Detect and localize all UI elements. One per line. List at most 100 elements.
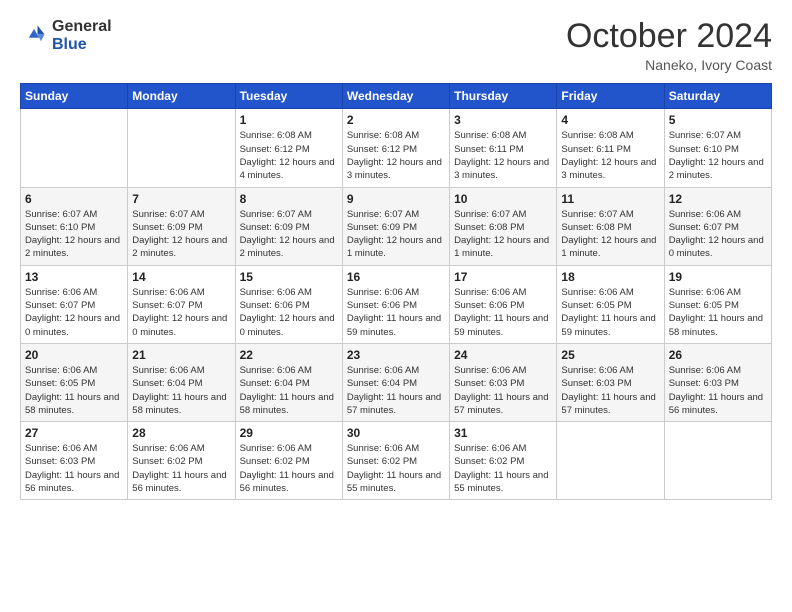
calendar-body: 1 Sunrise: 6:08 AM Sunset: 6:12 PM Daylig… <box>21 109 772 500</box>
cell-w1-d3: 1 Sunrise: 6:08 AM Sunset: 6:12 PM Daylig… <box>235 109 342 187</box>
day-num-1: 1 <box>240 113 338 127</box>
day-info-30: Sunrise: 6:06 AM Sunset: 6:02 PM Dayligh… <box>347 442 445 495</box>
day-info-28: Sunrise: 6:06 AM Sunset: 6:02 PM Dayligh… <box>132 442 230 495</box>
day-num-11: 11 <box>561 192 659 206</box>
logo-icon <box>20 22 48 50</box>
cell-w1-d6: 4Sunrise: 6:08 AM Sunset: 6:11 PM Daylig… <box>557 109 664 187</box>
cell-w1-d1 <box>21 109 128 187</box>
day-info-17: Sunrise: 6:06 AM Sunset: 6:06 PM Dayligh… <box>454 286 552 339</box>
week-row-4: 20 Sunrise: 6:06 AM Sunset: 6:05 PM Dayli… <box>21 343 772 421</box>
logo-general-text: General <box>52 18 112 36</box>
day-num-16: 16 <box>347 270 445 284</box>
day-num-31: 31 <box>454 426 552 440</box>
day-info-5: Sunrise: 6:07 AM Sunset: 6:10 PM Dayligh… <box>669 129 767 182</box>
day-num-28: 28 <box>132 426 230 440</box>
col-thursday: Thursday <box>450 84 557 109</box>
day-num-13: 13 <box>25 270 123 284</box>
day-num-3: 3 <box>454 113 552 127</box>
day-info-2: Sunrise: 6:08 AM Sunset: 6:12 PM Dayligh… <box>347 129 445 182</box>
day-num-22: 22 <box>240 348 338 362</box>
header: General Blue October 2024 Naneko, Ivory … <box>20 18 772 73</box>
cell-w5-d5: 31 Sunrise: 6:06 AM Sunset: 6:02 PM Dayli… <box>450 422 557 500</box>
cell-w4-d4: 23 Sunrise: 6:06 AM Sunset: 6:04 PM Dayli… <box>342 343 449 421</box>
col-friday: Friday <box>557 84 664 109</box>
cell-w4-d6: 25 Sunrise: 6:06 AM Sunset: 6:03 PM Dayli… <box>557 343 664 421</box>
day-num-15: 15 <box>240 270 338 284</box>
location: Naneko, Ivory Coast <box>566 57 772 73</box>
day-info-3: Sunrise: 6:08 AM Sunset: 6:11 PM Dayligh… <box>454 129 552 182</box>
day-info-12: Sunrise: 6:06 AM Sunset: 6:07 PM Dayligh… <box>669 208 767 261</box>
day-info-26: Sunrise: 6:06 AM Sunset: 6:03 PM Dayligh… <box>669 364 767 417</box>
cell-w3-d5: 17 Sunrise: 6:06 AM Sunset: 6:06 PM Dayli… <box>450 265 557 343</box>
day-info-27: Sunrise: 6:06 AM Sunset: 6:03 PM Dayligh… <box>25 442 123 495</box>
cell-w3-d3: 15 Sunrise: 6:06 AM Sunset: 6:06 PM Dayli… <box>235 265 342 343</box>
day-info-15: Sunrise: 6:06 AM Sunset: 6:06 PM Dayligh… <box>240 286 338 339</box>
day-num-25: 25 <box>561 348 659 362</box>
day-num-23: 23 <box>347 348 445 362</box>
col-monday: Monday <box>128 84 235 109</box>
day-info-31: Sunrise: 6:06 AM Sunset: 6:02 PM Dayligh… <box>454 442 552 495</box>
day-info-23: Sunrise: 6:06 AM Sunset: 6:04 PM Dayligh… <box>347 364 445 417</box>
logo-text: General Blue <box>52 18 112 53</box>
header-row: Sunday Monday Tuesday Wednesday Thursday… <box>21 84 772 109</box>
cell-w2-d7: 12Sunrise: 6:06 AM Sunset: 6:07 PM Dayli… <box>664 187 771 265</box>
day-info-8: Sunrise: 6:07 AM Sunset: 6:09 PM Dayligh… <box>240 208 338 261</box>
day-num-9: 9 <box>347 192 445 206</box>
cell-w1-d2 <box>128 109 235 187</box>
cell-w5-d6 <box>557 422 664 500</box>
day-info-21: Sunrise: 6:06 AM Sunset: 6:04 PM Dayligh… <box>132 364 230 417</box>
day-num-27: 27 <box>25 426 123 440</box>
day-info-6: Sunrise: 6:07 AM Sunset: 6:10 PM Dayligh… <box>25 208 123 261</box>
month-title: October 2024 <box>566 18 772 55</box>
day-num-26: 26 <box>669 348 767 362</box>
day-num-24: 24 <box>454 348 552 362</box>
cell-w2-d4: 9Sunrise: 6:07 AM Sunset: 6:09 PM Daylig… <box>342 187 449 265</box>
day-info-18: Sunrise: 6:06 AM Sunset: 6:05 PM Dayligh… <box>561 286 659 339</box>
cell-w3-d4: 16Sunrise: 6:06 AM Sunset: 6:06 PM Dayli… <box>342 265 449 343</box>
calendar-table: Sunday Monday Tuesday Wednesday Thursday… <box>20 83 772 500</box>
cell-w4-d5: 24Sunrise: 6:06 AM Sunset: 6:03 PM Dayli… <box>450 343 557 421</box>
day-num-4: 4 <box>561 113 659 127</box>
calendar-header: Sunday Monday Tuesday Wednesday Thursday… <box>21 84 772 109</box>
col-wednesday: Wednesday <box>342 84 449 109</box>
cell-w3-d6: 18 Sunrise: 6:06 AM Sunset: 6:05 PM Dayli… <box>557 265 664 343</box>
day-num-17: 17 <box>454 270 552 284</box>
day-num-2: 2 <box>347 113 445 127</box>
col-saturday: Saturday <box>664 84 771 109</box>
day-num-8: 8 <box>240 192 338 206</box>
day-info-13: Sunrise: 6:06 AM Sunset: 6:07 PM Dayligh… <box>25 286 123 339</box>
day-num-30: 30 <box>347 426 445 440</box>
day-info-11: Sunrise: 6:07 AM Sunset: 6:08 PM Dayligh… <box>561 208 659 261</box>
cell-w2-d2: 7Sunrise: 6:07 AM Sunset: 6:09 PM Daylig… <box>128 187 235 265</box>
cell-w4-d1: 20 Sunrise: 6:06 AM Sunset: 6:05 PM Dayli… <box>21 343 128 421</box>
day-info-1: Sunrise: 6:08 AM Sunset: 6:12 PM Dayligh… <box>240 129 338 182</box>
cell-w3-d2: 14 Sunrise: 6:06 AM Sunset: 6:07 PM Dayli… <box>128 265 235 343</box>
logo: General Blue <box>20 18 112 53</box>
day-num-29: 29 <box>240 426 338 440</box>
cell-w2-d1: 6 Sunrise: 6:07 AM Sunset: 6:10 PM Daylig… <box>21 187 128 265</box>
day-num-14: 14 <box>132 270 230 284</box>
day-num-19: 19 <box>669 270 767 284</box>
day-info-22: Sunrise: 6:06 AM Sunset: 6:04 PM Dayligh… <box>240 364 338 417</box>
day-info-25: Sunrise: 6:06 AM Sunset: 6:03 PM Dayligh… <box>561 364 659 417</box>
cell-w2-d5: 10Sunrise: 6:07 AM Sunset: 6:08 PM Dayli… <box>450 187 557 265</box>
cell-w5-d4: 30 Sunrise: 6:06 AM Sunset: 6:02 PM Dayli… <box>342 422 449 500</box>
week-row-2: 6 Sunrise: 6:07 AM Sunset: 6:10 PM Daylig… <box>21 187 772 265</box>
day-info-29: Sunrise: 6:06 AM Sunset: 6:02 PM Dayligh… <box>240 442 338 495</box>
cell-w3-d1: 13 Sunrise: 6:06 AM Sunset: 6:07 PM Dayli… <box>21 265 128 343</box>
cell-w1-d5: 3 Sunrise: 6:08 AM Sunset: 6:11 PM Daylig… <box>450 109 557 187</box>
cell-w2-d3: 8 Sunrise: 6:07 AM Sunset: 6:09 PM Daylig… <box>235 187 342 265</box>
day-num-18: 18 <box>561 270 659 284</box>
day-num-5: 5 <box>669 113 767 127</box>
day-info-20: Sunrise: 6:06 AM Sunset: 6:05 PM Dayligh… <box>25 364 123 417</box>
day-num-6: 6 <box>25 192 123 206</box>
cell-w4-d7: 26 Sunrise: 6:06 AM Sunset: 6:03 PM Dayli… <box>664 343 771 421</box>
col-sunday: Sunday <box>21 84 128 109</box>
day-info-14: Sunrise: 6:06 AM Sunset: 6:07 PM Dayligh… <box>132 286 230 339</box>
page: General Blue October 2024 Naneko, Ivory … <box>0 0 792 612</box>
col-tuesday: Tuesday <box>235 84 342 109</box>
day-num-20: 20 <box>25 348 123 362</box>
day-info-7: Sunrise: 6:07 AM Sunset: 6:09 PM Dayligh… <box>132 208 230 261</box>
week-row-1: 1 Sunrise: 6:08 AM Sunset: 6:12 PM Daylig… <box>21 109 772 187</box>
week-row-5: 27 Sunrise: 6:06 AM Sunset: 6:03 PM Dayli… <box>21 422 772 500</box>
